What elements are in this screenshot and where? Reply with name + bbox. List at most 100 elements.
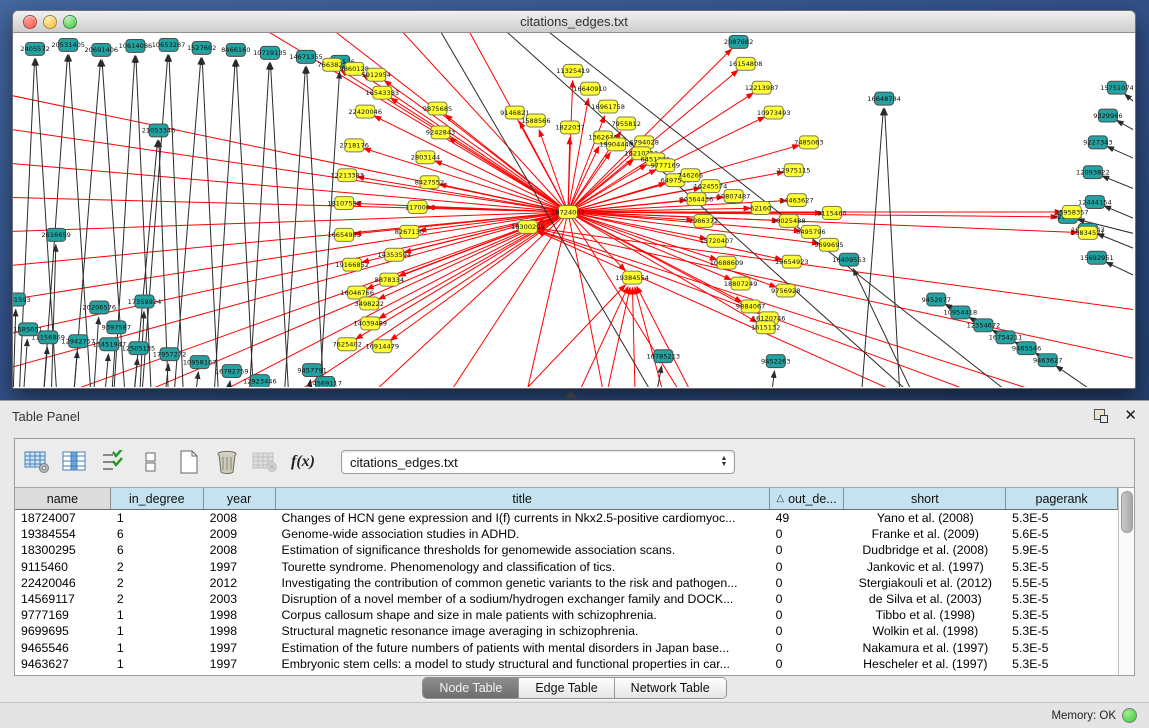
table-row[interactable]: 946554611997Estimation of the future num… — [15, 640, 1118, 656]
network-node[interactable]: 2616659 — [41, 228, 70, 241]
network-node[interactable]: 2087682 — [724, 35, 753, 48]
network-canvas[interactable]: 1872400724055722053140520691406106140861… — [13, 33, 1135, 387]
network-node[interactable]: 17359924 — [128, 295, 162, 308]
network-node[interactable]: 10834521 — [1071, 226, 1105, 239]
network-node[interactable]: 19654923 — [775, 255, 809, 268]
network-node[interactable]: 18807249 — [724, 277, 758, 290]
table-row[interactable]: 911546021997Tourette syndrome. Phenomeno… — [15, 559, 1118, 575]
create-column-icon[interactable] — [61, 448, 89, 476]
network-node[interactable]: 12505135 — [122, 342, 156, 355]
network-node[interactable]: 8466160 — [221, 43, 250, 56]
network-node[interactable]: 3498222 — [355, 297, 384, 310]
table-row[interactable]: 977716911998Corpus callosum shape and si… — [15, 607, 1118, 623]
network-node[interactable]: 2718176 — [340, 139, 369, 152]
network-node[interactable]: 10954418 — [944, 306, 978, 319]
network-node[interactable]: 746266 — [678, 169, 703, 182]
network-node[interactable]: 7986372 — [689, 214, 718, 227]
network-node[interactable]: 10025488 — [772, 214, 806, 227]
close-panel-icon[interactable]: ✕ — [1124, 409, 1137, 423]
network-node[interactable]: 12213987 — [745, 81, 779, 94]
network-node[interactable]: 16961758 — [591, 100, 625, 113]
network-node[interactable]: 14463627 — [780, 194, 814, 207]
network-node[interactable]: 9884067 — [736, 300, 765, 313]
network-node[interactable]: 9756928 — [771, 284, 800, 297]
network-node[interactable]: 21053346 — [142, 124, 176, 137]
close-window-button[interactable] — [23, 15, 37, 29]
network-node[interactable]: 16640910 — [573, 82, 607, 95]
network-node[interactable]: 16543383 — [365, 86, 399, 99]
network-node[interactable]: 11325419 — [556, 64, 590, 77]
network-node[interactable]: 9465546 — [1012, 342, 1041, 355]
float-panel-icon[interactable] — [1094, 409, 1108, 423]
network-node[interactable]: 16654983 — [327, 228, 361, 241]
column-header-pagerank[interactable]: pagerank — [1006, 488, 1118, 509]
network-node[interactable]: 7625402 — [332, 338, 361, 351]
column-header-year[interactable]: year — [204, 488, 276, 509]
network-node[interactable]: 9452263 — [761, 355, 790, 368]
network-node[interactable]: 18107552 — [327, 197, 361, 210]
network-node[interactable]: 16754211 — [989, 331, 1023, 344]
table-row[interactable]: 1872400712008Changes of HCN gene express… — [15, 510, 1118, 526]
network-node[interactable]: 9699695 — [814, 238, 843, 251]
network-node[interactable]: 15720407 — [700, 234, 734, 247]
network-node[interactable]: 16245574 — [694, 180, 728, 193]
table-chooser-dropdown[interactable]: citations_edges.txt ▲▼ — [341, 450, 735, 474]
network-node[interactable]: 5912954 — [362, 68, 391, 81]
network-node[interactable]: 20364436 — [680, 193, 714, 206]
network-node[interactable]: 1822037 — [555, 121, 584, 134]
network-node[interactable]: 14039489 — [353, 317, 387, 330]
network-node[interactable]: 10719135 — [253, 46, 287, 59]
table-row[interactable]: 1938455462009Genome-wide association stu… — [15, 526, 1118, 542]
network-node[interactable]: 12975115 — [777, 164, 811, 177]
new-table-icon[interactable] — [175, 448, 203, 476]
network-node[interactable]: 10958167 — [183, 356, 217, 369]
network-node[interactable]: 1527602 — [187, 41, 216, 54]
network-node[interactable]: 1615132 — [751, 321, 780, 334]
network-node[interactable]: 12354672 — [967, 319, 1001, 332]
network-node[interactable]: 16409553 — [832, 253, 866, 266]
network-node[interactable]: 20531405 — [51, 38, 85, 51]
network-node[interactable]: 7485063 — [794, 136, 823, 149]
zoom-window-button[interactable] — [63, 15, 77, 29]
network-node[interactable]: 9452077 — [922, 293, 951, 306]
minimize-window-button[interactable] — [43, 15, 57, 29]
network-node[interactable]: 22420046 — [348, 105, 382, 118]
function-builder-icon[interactable]: f(x) — [289, 448, 317, 476]
table-row[interactable]: 1456911722003Disruption of a novel membe… — [15, 591, 1118, 607]
network-node[interactable]: 2405572 — [20, 42, 49, 55]
network-node[interactable]: 117006 — [405, 201, 430, 214]
table-row[interactable]: 1830029562008Estimation of significance … — [15, 542, 1118, 558]
network-node[interactable]: 16914479 — [365, 340, 399, 353]
network-node[interactable]: 20691406 — [84, 43, 118, 56]
network-node[interactable]: 12923446 — [243, 375, 277, 387]
column-header-out_de[interactable]: △out_de... — [770, 488, 845, 509]
table-row[interactable]: 969969511998Structural magnetic resonanc… — [15, 623, 1118, 639]
network-node[interactable]: 15692951 — [1080, 251, 1114, 264]
table-row[interactable]: 2242004622012Investigating the contribut… — [15, 575, 1118, 591]
network-node[interactable]: 15751074 — [1100, 81, 1133, 94]
column-header-in_degree[interactable]: in_degree — [111, 488, 204, 509]
tab-edge-table[interactable]: Edge Table — [519, 678, 614, 698]
network-node[interactable]: 9329966 — [1093, 109, 1122, 122]
table-scrollbar[interactable] — [1118, 488, 1134, 675]
window-titlebar[interactable]: citations_edges.txt — [13, 11, 1135, 33]
network-node[interactable]: 9875685 — [423, 102, 452, 115]
column-header-name[interactable]: name — [15, 488, 111, 509]
tab-network-table[interactable]: Network Table — [615, 678, 726, 698]
network-node[interactable]: 7955812 — [611, 117, 640, 130]
network-node[interactable]: 16154808 — [729, 57, 763, 70]
network-node[interactable]: 9115460 — [817, 207, 846, 220]
select-all-icon[interactable] — [99, 448, 127, 476]
network-node[interactable]: 8495796 — [796, 225, 825, 238]
network-node[interactable]: 1931593 — [13, 293, 31, 306]
network-node[interactable]: 9463627 — [1033, 354, 1062, 367]
network-node[interactable]: 62160 — [750, 202, 771, 215]
network-node[interactable]: 16782759 — [215, 365, 249, 378]
network-node[interactable]: 10973493 — [757, 106, 791, 119]
tab-node-table[interactable]: Node Table — [423, 678, 519, 698]
column-header-title[interactable]: title — [276, 488, 770, 509]
node-table[interactable]: namein_degreeyeartitle△out_de...shortpag… — [15, 488, 1118, 675]
network-view-window[interactable]: citations_edges.txt 18724007240557220531… — [12, 10, 1136, 389]
network-node[interactable]: 10807487 — [717, 190, 751, 203]
network-node[interactable]: 8267130 — [395, 225, 424, 238]
